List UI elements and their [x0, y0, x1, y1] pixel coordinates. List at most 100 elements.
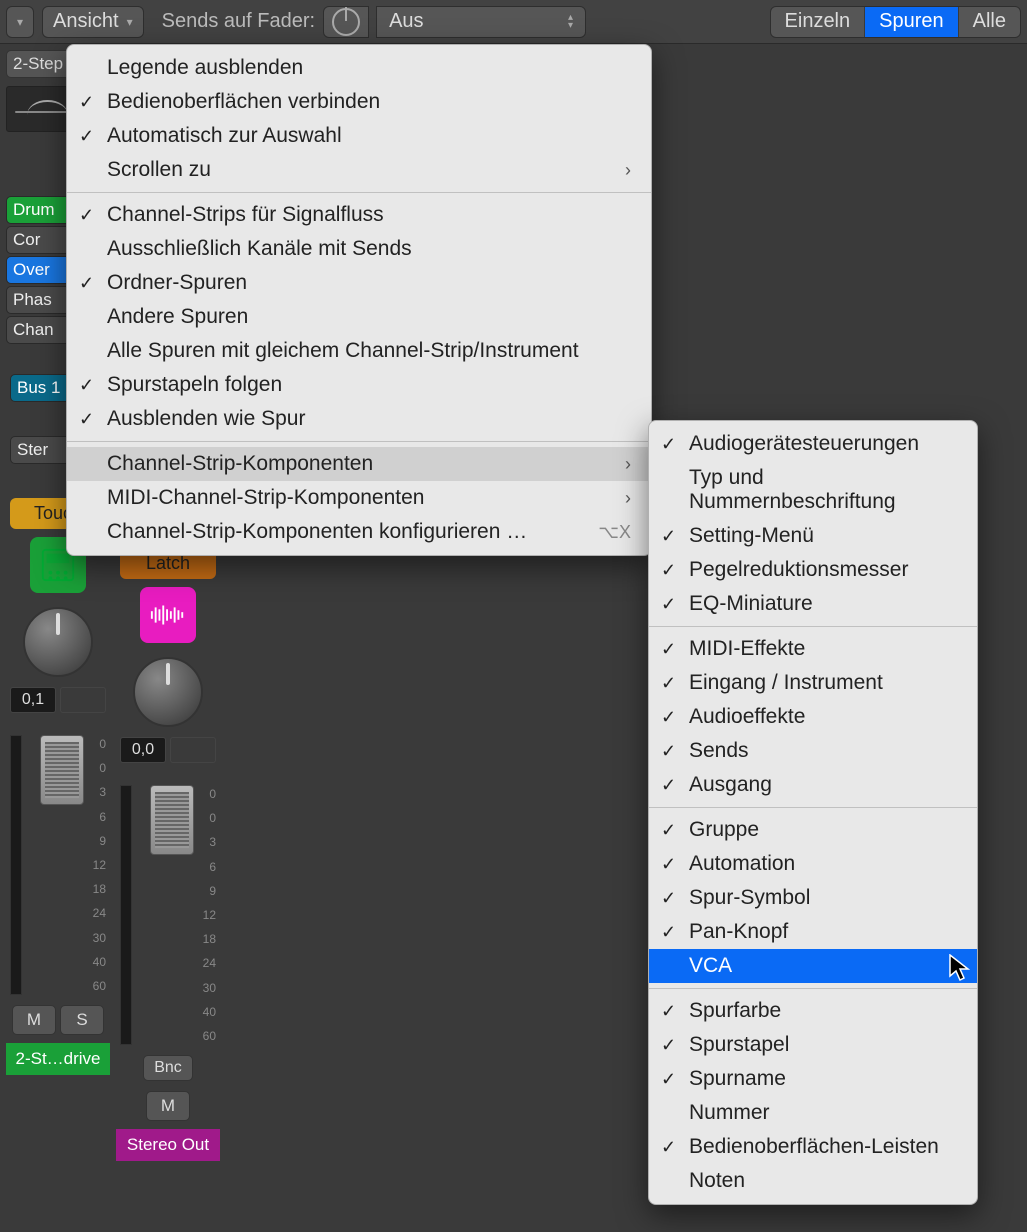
menu-item[interactable]: ✓Sends	[649, 734, 977, 768]
checkmark-icon: ✓	[661, 560, 676, 581]
checkmark-icon: ✓	[79, 409, 94, 430]
menu-item[interactable]: Legende ausblenden	[67, 51, 651, 85]
checkmark-icon: ✓	[79, 126, 94, 147]
sends-on-fader-label: Sends auf Fader:	[162, 10, 315, 33]
menu-item[interactable]: Channel-Strip-Komponenten›	[67, 447, 651, 481]
menu-item-label: Pan-Knopf	[689, 920, 788, 944]
menu-item[interactable]: ✓Spur-Symbol	[649, 881, 977, 915]
menu-item[interactable]: ✓Eingang / Instrument	[649, 666, 977, 700]
menu-item[interactable]: ✓MIDI-Effekte	[649, 632, 977, 666]
pan-knob[interactable]	[23, 607, 93, 677]
menu-item-label: Channel-Strips für Signalfluss	[107, 203, 384, 227]
menu-item[interactable]: ✓Automation	[649, 847, 977, 881]
checkmark-icon: ✓	[661, 1035, 676, 1056]
segment-spuren[interactable]: Spuren	[865, 7, 959, 37]
mute-button[interactable]: M	[12, 1005, 56, 1035]
menu-item[interactable]: ✓Bedienoberflächen-Leisten	[649, 1130, 977, 1164]
menu-item[interactable]: Noten	[649, 1164, 977, 1198]
menu-item-label: Pegelreduktionsmesser	[689, 558, 908, 582]
menu-separator	[649, 807, 977, 808]
checkmark-icon: ✓	[79, 205, 94, 226]
chevron-right-icon: ›	[625, 488, 631, 509]
track-name-label[interactable]: 2-St…drive	[6, 1043, 110, 1075]
menu-item[interactable]: Andere Spuren	[67, 300, 651, 334]
menu-item[interactable]: ✓Audioeffekte	[649, 700, 977, 734]
menu-item[interactable]: Nummer	[649, 1096, 977, 1130]
menu-item[interactable]: Channel-Strip-Komponenten konfigurieren …	[67, 515, 651, 549]
menu-item-label: Spurfarbe	[689, 999, 781, 1023]
menu-item[interactable]: ✓ Spurname	[649, 1062, 977, 1096]
pan-knob[interactable]	[133, 657, 203, 727]
menu-item[interactable]: ✓ Ausgang	[649, 768, 977, 802]
menu-item-label: Spurname	[689, 1067, 786, 1091]
menu-item-label: Andere Spuren	[107, 305, 248, 329]
menu-item-label: Noten	[689, 1169, 745, 1193]
checkmark-icon: ✓	[79, 375, 94, 396]
menu-item[interactable]: ✓ Pegelreduktionsmesser	[649, 553, 977, 587]
sends-power-button[interactable]	[323, 6, 369, 38]
menu-item[interactable]: ✓Spurstapel	[649, 1028, 977, 1062]
menu-item-label: Audioeffekte	[689, 705, 805, 729]
checkmark-icon: ✓	[661, 526, 676, 547]
segment-alle[interactable]: Alle	[959, 7, 1020, 37]
menu-item[interactable]: Typ und Nummernbeschriftung	[649, 461, 977, 519]
menu-item[interactable]: ✓ Automatisch zur Auswahl	[67, 119, 651, 153]
menu-item[interactable]: ✓ Bedienoberflächen verbinden	[67, 85, 651, 119]
menu-item-label: Automatisch zur Auswahl	[107, 124, 342, 148]
menu-item-label: Audiogerätesteuerungen	[689, 432, 919, 456]
menu-item[interactable]: ✓ Spurfarbe	[649, 994, 977, 1028]
menu-item[interactable]: ✓Ausblenden wie Spur	[67, 402, 651, 436]
sends-on-fader-select[interactable]: Aus ▴▾	[376, 6, 586, 38]
checkmark-icon: ✓	[661, 741, 676, 762]
chevron-down-icon: ▾	[127, 15, 133, 29]
menu-item-label: Scrollen zu	[107, 158, 211, 182]
segment-einzeln[interactable]: Einzeln	[771, 7, 866, 37]
track-icon[interactable]	[140, 587, 196, 643]
menu-item-label: Gruppe	[689, 818, 759, 842]
solo-button[interactable]: S	[60, 1005, 104, 1035]
menu-item[interactable]: ✓Audiogerätesteuerungen	[649, 427, 977, 461]
menu-separator	[67, 441, 651, 442]
fader-cap[interactable]	[150, 785, 194, 855]
menu-item[interactable]: ✓Gruppe	[649, 813, 977, 847]
menu-item[interactable]: ✓ Channel-Strips für Signalfluss	[67, 198, 651, 232]
view-menu-button[interactable]: Ansicht ▾	[42, 6, 144, 38]
menu-item[interactable]: Ausschließlich Kanäle mit Sends	[67, 232, 651, 266]
view-label: Ansicht	[53, 10, 119, 33]
menu-item[interactable]: ✓ Pan-Knopf	[649, 915, 977, 949]
menu-item[interactable]: Scrollen zu ›	[67, 153, 651, 187]
menu-item-label: Channel-Strip-Komponenten konfigurieren …	[107, 520, 527, 544]
track-name-label[interactable]: Stereo Out	[116, 1129, 220, 1161]
checkmark-icon: ✓	[661, 922, 676, 943]
menu-item-label: Bedienoberflächen verbinden	[107, 90, 380, 114]
checkmark-icon: ✓	[661, 1069, 676, 1090]
menu-item[interactable]: Alle Spuren mit gleichem Channel-Strip/I…	[67, 334, 651, 368]
chevron-right-icon: ›	[625, 454, 631, 475]
checkmark-icon: ✓	[661, 594, 676, 615]
checkmark-icon: ✓	[661, 673, 676, 694]
pan-value[interactable]: 0,0	[120, 737, 166, 763]
menu-item[interactable]: ✓EQ-Miniature	[649, 587, 977, 621]
menu-item-label: Spurstapeln folgen	[107, 373, 282, 397]
mute-button[interactable]: M	[146, 1091, 190, 1121]
menu-item[interactable]: ✓ Spurstapeln folgen	[67, 368, 651, 402]
checkmark-icon: ✓	[661, 1001, 676, 1022]
menu-item-label: Ausgang	[689, 773, 772, 797]
value-box[interactable]	[170, 737, 216, 763]
fader-cap[interactable]	[40, 735, 84, 805]
fader-scale: 00369121824304060	[190, 785, 216, 1045]
view-mode-segmented: Einzeln Spuren Alle	[770, 6, 1021, 38]
bounce-button[interactable]: Bnc	[143, 1055, 193, 1081]
menu-item[interactable]: VCA	[649, 949, 977, 983]
checkmark-icon: ✓	[79, 92, 94, 113]
checkmark-icon: ✓	[661, 775, 676, 796]
checkmark-icon: ✓	[661, 639, 676, 660]
chevron-right-icon: ›	[625, 160, 631, 181]
menu-item[interactable]: ✓Setting-Menü	[649, 519, 977, 553]
pan-value[interactable]: 0,1	[10, 687, 56, 713]
waveform-icon	[149, 603, 187, 627]
toolbar-left-dropdown[interactable]: ▾	[6, 6, 34, 38]
menu-item[interactable]: ✓Ordner-Spuren	[67, 266, 651, 300]
value-box[interactable]	[60, 687, 106, 713]
menu-item[interactable]: MIDI-Channel-Strip-Komponenten›	[67, 481, 651, 515]
